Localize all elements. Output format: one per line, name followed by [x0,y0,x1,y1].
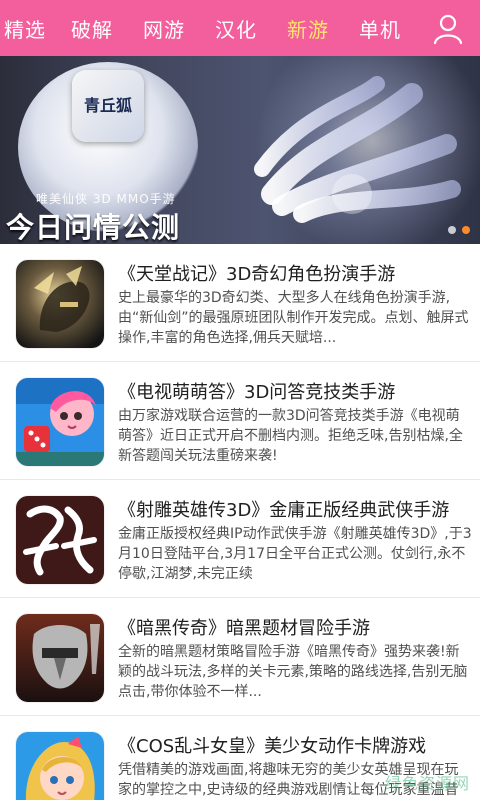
tab-wangyou[interactable]: 网游 [128,0,200,56]
watermark: 绿色资源网 [384,774,470,793]
game-title[interactable]: 《COS乱斗女皇》美少女动作卡牌游戏 [118,732,472,758]
list-item[interactable]: 《射雕英雄传3D》金庸正版经典武侠手游 金庸正版授权经典IP动作武侠手游《射雕英… [0,480,480,598]
game-title[interactable]: 《射雕英雄传3D》金庸正版经典武侠手游 [118,496,472,522]
game-title[interactable]: 《电视萌萌答》3D问答竞技类手游 [118,378,472,404]
banner-subtitle: 唯美仙侠 3D MMO手游 [36,192,176,206]
nine-tailed-fox-illustration [254,76,461,223]
banner-title: 今日问情公测 [6,211,181,244]
game-thumbnail[interactable] [16,260,104,348]
game-description: 金庸正版授权经典IP动作武侠手游《射雕英雄传3D》,于3月10日登陆平台,3月1… [118,526,472,582]
game-title[interactable]: 《天堂战记》3D奇幻角色扮演手游 [118,260,472,286]
list-item[interactable]: 《天堂战记》3D奇幻角色扮演手游 史上最豪华的3D奇幻类、大型多人在线角色扮演手… [0,244,480,362]
tab-pojie[interactable]: 破解 [56,0,128,56]
user-icon [433,14,463,45]
game-description: 由万家游戏联合运营的一款3D问答竞技类手游《电视萌萌答》近日正式开启不删档内测。… [118,408,463,464]
list-item[interactable]: 《电视萌萌答》3D问答竞技类手游 由万家游戏联合运营的一款3D问答竞技类手游《电… [0,362,480,480]
game-description: 史上最豪华的3D奇幻类、大型多人在线角色扮演手游,由“新仙剑”的最强原班团队制作… [118,290,469,346]
list-item[interactable]: 《暗黑传奇》暗黑题材冒险手游 全新的暗黑题材策略冒险手游《暗黑传奇》强势来袭!新… [0,598,480,716]
game-thumbnail[interactable] [16,496,104,584]
carousel-dot-2[interactable] [462,226,470,234]
calligraphy-she-diao-thumbnail [16,496,104,584]
game-description: 全新的暗黑题材策略冒险手游《暗黑传奇》强势来袭!新颖的战斗玩法,多样的关卡元素,… [118,644,468,700]
game-thumbnail[interactable] [16,378,104,466]
tab-danji[interactable]: 单机 [344,0,416,56]
tab-xinyou[interactable]: 新游 [272,0,344,56]
cute-girl-with-dice-thumbnail [16,378,104,466]
anime-blonde-girl-thumbnail [16,732,104,800]
game-app-icon-text: 青丘狐 [83,96,132,115]
armored-warrior-thumbnail [16,614,104,702]
promo-banner[interactable]: 青丘狐 唯美仙侠 3D MMO手游 今日问情公测 [0,56,480,244]
game-thumbnail[interactable] [16,614,104,702]
carousel-indicator [448,226,470,234]
top-navigation: 精选 破解 网游 汉化 新游 单机 [0,0,480,56]
tab-hanhua[interactable]: 汉化 [200,0,272,56]
game-thumbnail[interactable] [16,732,104,800]
carousel-dot-1[interactable] [448,226,456,234]
user-profile-button[interactable] [416,0,480,56]
dark-helmet-knight-thumbnail [16,260,104,348]
tab-jingxuan[interactable]: 精选 [0,0,56,56]
game-title[interactable]: 《暗黑传奇》暗黑题材冒险手游 [118,614,472,640]
game-list: 《天堂战记》3D奇幻角色扮演手游 史上最豪华的3D奇幻类、大型多人在线角色扮演手… [0,244,480,800]
game-app-icon: 青丘狐 [72,70,144,142]
